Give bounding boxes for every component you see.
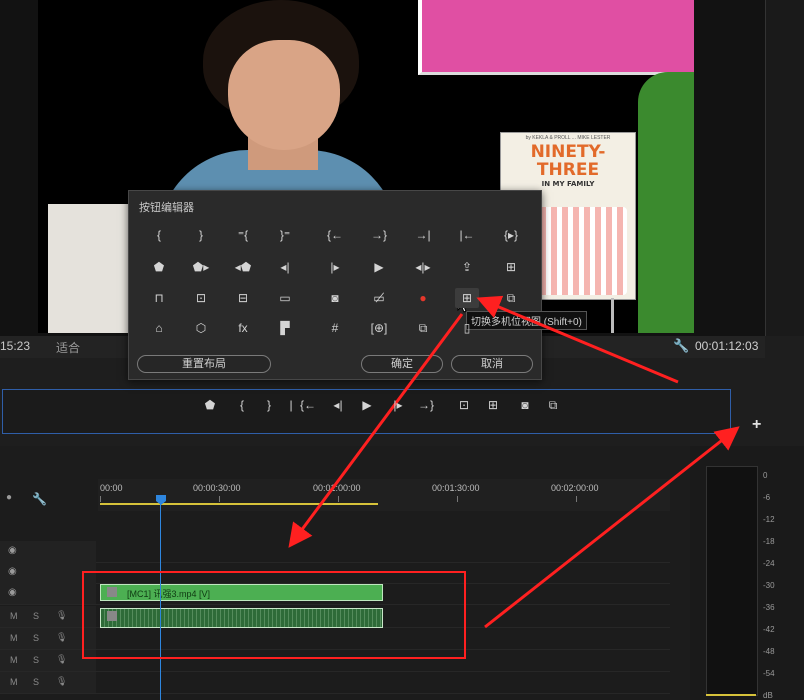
go-to-out-icon[interactable]: →} (416, 397, 436, 413)
insert-icon[interactable]: ⊡ (454, 397, 474, 413)
db-label: -30 (763, 581, 775, 590)
db-label: 0 (763, 471, 768, 480)
db-label: -6 (763, 493, 771, 502)
step-forward-icon[interactable]: |▸ (388, 397, 408, 413)
mark-out-icon[interactable]: } (259, 397, 279, 413)
db-label: -54 (763, 669, 775, 678)
annotation-arrows (288, 295, 740, 629)
db-label: -48 (763, 647, 775, 656)
arrow-to-timeline (288, 313, 464, 548)
arrow-to-button (476, 295, 679, 384)
go-to-in-icon[interactable]: {← (298, 397, 318, 413)
play-icon[interactable]: ▶ (357, 397, 377, 413)
db-label: -36 (763, 603, 775, 612)
db-label: dB (763, 691, 773, 700)
camera-icon[interactable]: ◙ (515, 397, 535, 413)
overwrite-icon[interactable]: ⊞ (483, 397, 503, 413)
db-label: -18 (763, 537, 775, 546)
db-label: -42 (763, 625, 775, 634)
multi-camera-icon[interactable]: ⧉ (543, 397, 563, 413)
db-label: -12 (763, 515, 775, 524)
step-back-icon[interactable]: ◂| (328, 397, 348, 413)
add-marker-icon[interactable]: ⬟ (200, 397, 220, 413)
mark-in-icon[interactable]: { (232, 397, 252, 413)
db-label: -24 (763, 559, 775, 568)
arrow-to-plus (484, 426, 740, 629)
